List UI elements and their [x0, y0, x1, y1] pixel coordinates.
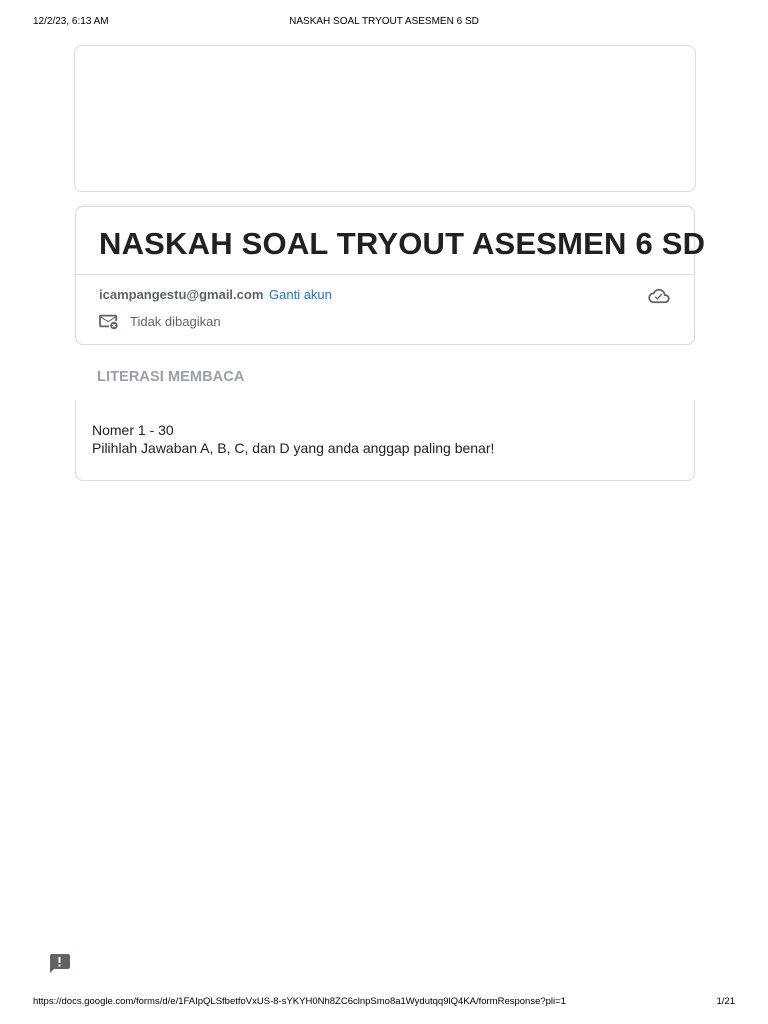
section-description-card: Nomer 1 - 30 Pilihlah Jawaban A, B, C, d…	[75, 400, 695, 481]
print-url: https://docs.google.com/forms/d/e/1FAIpQ…	[33, 996, 566, 1007]
mail-off-icon	[99, 314, 118, 330]
account-email: icampangestu@gmail.com	[99, 287, 264, 302]
print-header: 12/2/23, 6:13 AM NASKAH SOAL TRYOUT ASES…	[33, 16, 735, 30]
form-title-card: NASKAH SOAL TRYOUT ASESMEN 6 SD icampang…	[75, 206, 705, 345]
print-title: NASKAH SOAL TRYOUT ASESMEN 6 SD	[289, 16, 479, 27]
description-line: Pilihlah Jawaban A, B, C, dan D yang and…	[92, 440, 495, 456]
print-footer: https://docs.google.com/forms/d/e/1FAIpQ…	[33, 996, 735, 1010]
switch-account-link[interactable]: Ganti akun	[269, 287, 332, 302]
page: 12/2/23, 6:13 AM NASKAH SOAL TRYOUT ASES…	[0, 0, 768, 1024]
share-status: Tidak dibagikan	[99, 312, 221, 330]
form-title: NASKAH SOAL TRYOUT ASESMEN 6 SD	[99, 226, 706, 261]
section-title: LITERASI MEMBACA	[97, 369, 245, 385]
page-number: 1/21	[716, 996, 736, 1007]
description-line: Nomer 1 - 30	[92, 422, 174, 438]
divider	[76, 274, 694, 275]
header-image-card	[74, 45, 696, 192]
feedback-icon[interactable]	[49, 954, 70, 973]
account-info: icampangestu@gmail.com Ganti akun	[99, 287, 332, 302]
share-status-text: Tidak dibagikan	[130, 313, 221, 329]
cloud-saved-icon[interactable]	[648, 288, 670, 304]
